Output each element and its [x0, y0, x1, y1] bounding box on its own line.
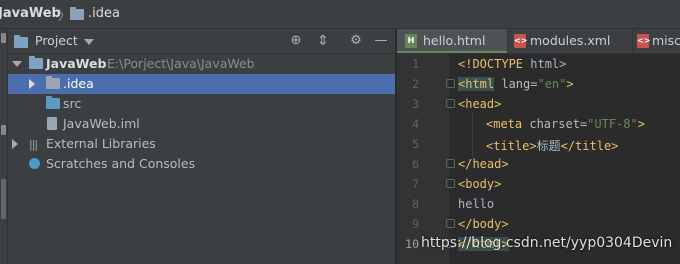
code-line-5: <title>标题</title> — [486, 137, 618, 154]
line-number: 4 — [412, 117, 419, 131]
fold-marker-icon[interactable] — [446, 79, 455, 88]
structure-tool-window-icon[interactable] — [1, 125, 6, 135]
tag-close: > — [566, 77, 574, 91]
fold-marker-icon[interactable] — [446, 159, 455, 168]
attr-name: charset= — [522, 117, 588, 131]
tree-item-label: JavaWeb — [46, 56, 107, 71]
doctype-rest: html> — [523, 57, 567, 71]
tree-item-external-libraries[interactable]: ||| External Libraries — [8, 134, 395, 154]
tab-misc[interactable]: <> misc — [633, 29, 680, 53]
tree-item-src[interactable]: src — [8, 94, 395, 114]
line-number: 5 — [412, 137, 419, 151]
attr-name: lang= — [494, 77, 538, 91]
meta-tag: <meta — [486, 117, 523, 131]
tag-close: > — [637, 117, 645, 131]
editor-gutter: 1 2 3 4 5 6 7 8 9 10 — [397, 54, 449, 264]
body-close-tag: </body> — [458, 217, 509, 231]
tree-item-label: Scratches and Consoles — [46, 156, 196, 171]
project-folder-icon — [14, 35, 28, 48]
scroll-from-source-icon[interactable]: ⊕ — [288, 33, 304, 49]
line-number: 1 — [412, 57, 419, 71]
tab-hello-html[interactable]: H hello.html — [397, 29, 508, 53]
line-number: 2 — [412, 77, 419, 91]
fold-marker-icon[interactable] — [446, 179, 455, 188]
line-number: 3 — [412, 97, 419, 111]
code-line-9: </body> — [458, 217, 509, 231]
line-number: 10 — [405, 237, 419, 251]
indent-guide — [472, 112, 473, 158]
side-tool-button[interactable] — [1, 179, 6, 219]
title-close-tag: </title> — [560, 139, 619, 153]
tree-item-label: src — [63, 96, 82, 111]
title-text: 标题 — [536, 139, 561, 153]
line-number: 9 — [412, 217, 419, 231]
source-folder-icon — [46, 96, 60, 109]
code-line-7: <body> — [458, 177, 501, 191]
module-file-icon — [47, 117, 57, 130]
tab-label: hello.html — [423, 33, 486, 48]
tab-label: misc — [652, 33, 680, 48]
tree-item-javaweb[interactable]: JavaWeb E:\Porject\Java\JavaWeb — [8, 54, 395, 74]
view-dropdown-icon[interactable] — [84, 39, 94, 45]
doctype-token: <!DOCTYPE — [458, 57, 524, 71]
code-line-2: <html lang="en"> — [458, 77, 574, 91]
xml-file-icon: <> — [637, 34, 650, 48]
attr-value: "en" — [537, 77, 567, 91]
fold-marker-icon[interactable] — [446, 99, 455, 108]
tree-item-javaweb-iml[interactable]: JavaWeb.iml — [8, 114, 395, 134]
scratches-icon — [29, 158, 40, 169]
line-number: 6 — [412, 157, 419, 171]
folder-icon — [46, 76, 60, 89]
attr-value: "UTF-8" — [587, 117, 638, 131]
folder-icon — [70, 7, 84, 20]
head-open-tag: <head> — [458, 97, 502, 111]
tree-item-scratches[interactable]: Scratches and Consoles — [8, 154, 395, 174]
expand-arrow-icon[interactable] — [12, 139, 18, 149]
code-line-1: <!DOCTYPE html> — [458, 57, 566, 71]
body-text: hello — [458, 197, 495, 211]
html-file-icon: H — [405, 34, 417, 48]
project-view-selector[interactable]: Project — [35, 33, 78, 48]
breadcrumb-folder[interactable]: .idea — [88, 6, 120, 21]
editor-tab-bar: H hello.html <> modules.xml <> misc — [397, 29, 680, 54]
watermark-text: https://blog.csdn.net/yyp0304Devin — [421, 235, 673, 251]
xml-file-icon: <> — [514, 34, 527, 48]
libraries-icon: ||| — [29, 138, 38, 151]
tree-item-idea[interactable]: .idea — [8, 74, 395, 94]
body-open-tag: <body> — [458, 177, 502, 191]
left-tool-strip — [0, 29, 8, 264]
tree-item-label: External Libraries — [46, 136, 156, 151]
line-number: 7 — [412, 177, 419, 191]
fold-marker-icon[interactable] — [446, 219, 455, 228]
html-open-tag: <html — [458, 77, 495, 91]
line-number: 8 — [412, 197, 419, 211]
collapse-all-icon[interactable]: ⇕ — [315, 33, 331, 49]
collapse-arrow-icon[interactable] — [12, 61, 22, 67]
project-tool-window-icon[interactable] — [1, 33, 6, 43]
gear-icon[interactable]: ⚙ — [348, 33, 364, 49]
tree-item-label: .idea — [63, 76, 94, 91]
project-panel-header: Project ⊕ ⇕ ⚙ — — [8, 29, 395, 54]
project-panel: Project ⊕ ⇕ ⚙ — JavaWeb E:\Porject\Java\… — [8, 29, 395, 264]
tab-modules-xml[interactable]: <> modules.xml — [508, 29, 633, 53]
code-line-8: hello — [458, 197, 494, 211]
code-line-6: </head> — [458, 157, 509, 171]
hide-panel-icon[interactable]: — — [373, 33, 389, 49]
module-folder-icon — [29, 56, 43, 69]
navigation-bar: JavaWeb 〉 .idea — [0, 0, 680, 29]
expand-arrow-icon[interactable] — [29, 79, 35, 89]
breadcrumb-project[interactable]: JavaWeb — [0, 6, 61, 21]
head-close-tag: </head> — [458, 157, 509, 171]
project-path: E:\Porject\Java\JavaWeb — [107, 56, 255, 71]
title-open-tag: <title> — [486, 139, 537, 153]
tree-item-label: JavaWeb.iml — [63, 116, 140, 131]
tab-label: modules.xml — [530, 33, 611, 48]
code-line-4: <meta charset="UTF-8"> — [486, 117, 645, 131]
code-line-3: <head> — [458, 97, 501, 111]
